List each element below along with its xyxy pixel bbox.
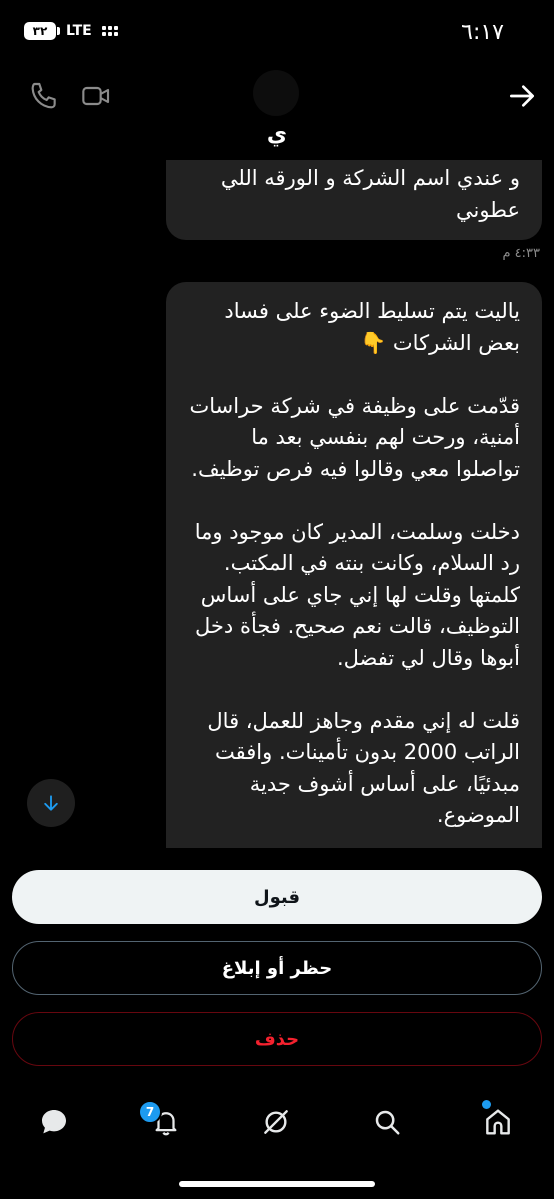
back-arrow-icon[interactable]: [506, 80, 538, 112]
status-bar: ٣٢ LTE ٦:١٧: [0, 0, 554, 66]
message-text: ياليت يتم تسليط الضوء على فساد بعض الشرك…: [189, 299, 520, 827]
accept-button[interactable]: قبول: [12, 870, 542, 924]
chat-bubble-icon: [42, 1110, 66, 1134]
scroll-to-bottom-button[interactable]: [27, 779, 75, 827]
message-text: و عندي اسم الشركة و الورقه اللي عطوني: [220, 166, 520, 222]
search-icon: [375, 1110, 400, 1135]
status-indicators: ٣٢ LTE: [24, 22, 118, 40]
grok-tab[interactable]: [256, 1102, 296, 1142]
contact-name: ي: [266, 122, 288, 147]
message-timestamp: ٤:٣٣ م: [502, 246, 540, 261]
grok-icon: [264, 1110, 288, 1134]
contact-avatar[interactable]: [253, 70, 299, 116]
status-time: ٦:١٧: [461, 20, 504, 45]
arrow-down-icon: [44, 795, 58, 811]
battery-level: ٣٢: [24, 22, 56, 40]
bottom-tab-bar: 7: [0, 1090, 554, 1152]
home-icon: [486, 1109, 510, 1135]
message-bubble[interactable]: و عندي اسم الشركة و الورقه اللي عطوني: [166, 160, 542, 240]
conversation-header: ي: [0, 66, 554, 160]
delete-button[interactable]: حذف: [12, 1012, 542, 1066]
signal-icon: [101, 26, 118, 36]
video-call-icon[interactable]: [80, 80, 112, 112]
message-bubble[interactable]: ياليت يتم تسليط الضوء على فساد بعض الشرك…: [166, 282, 542, 848]
home-unread-dot: [482, 1100, 491, 1109]
notifications-badge: 7: [138, 1100, 162, 1124]
phone-icon[interactable]: [28, 80, 60, 112]
home-indicator: [179, 1181, 375, 1187]
block-report-button[interactable]: حظر أو إبلاغ: [12, 941, 542, 995]
battery-icon: ٣٢: [24, 22, 60, 40]
message-list[interactable]: و عندي اسم الشركة و الورقه اللي عطوني ٤:…: [0, 160, 554, 848]
search-tab[interactable]: [367, 1102, 407, 1142]
network-type: LTE: [66, 23, 92, 39]
messages-tab[interactable]: [34, 1102, 74, 1142]
